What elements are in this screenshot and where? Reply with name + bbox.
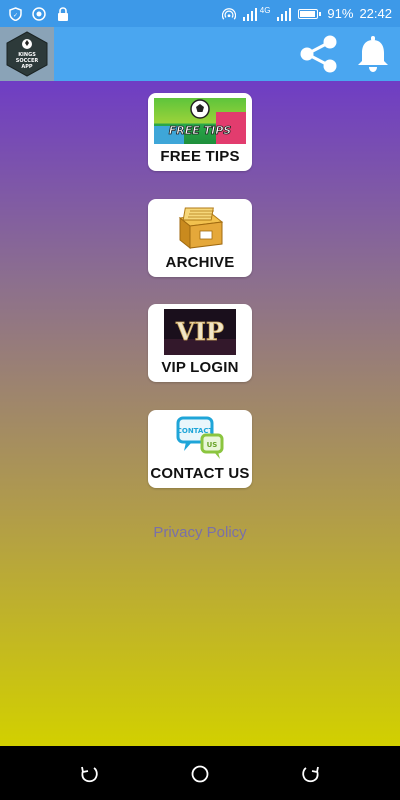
free-tips-label: FREE TIPS: [160, 148, 240, 165]
free-tips-image-text: FREE TIPS: [169, 124, 232, 137]
free-tips-button[interactable]: FREE TIPS FREE TIPS: [148, 93, 252, 171]
battery-percent: 91%: [327, 6, 354, 21]
target-icon: [32, 6, 46, 21]
contact-us-button[interactable]: CONTACT US CONTACT US: [148, 410, 252, 488]
status-right: 4G 91% 22:42: [221, 6, 392, 21]
network-label: 4G: [259, 6, 271, 15]
recents-icon[interactable]: [300, 764, 320, 784]
app-bar: KINGS SOCCER APP: [0, 27, 400, 81]
nav-bar: [0, 746, 400, 800]
archive-box-image: [154, 204, 246, 250]
back-icon[interactable]: [80, 764, 100, 784]
lock-icon: [56, 6, 70, 21]
signal-icon: [242, 7, 258, 21]
svg-text:APP: APP: [21, 64, 33, 70]
signal-icon: [276, 7, 292, 21]
main-content: FREE TIPS FREE TIPS ARCHIVE VIP VIP LOGI…: [0, 81, 400, 746]
free-tips-image: FREE TIPS: [154, 98, 246, 144]
archive-button[interactable]: ARCHIVE: [148, 199, 252, 277]
contact-us-image: CONTACT US: [154, 415, 246, 461]
hotspot-icon: [221, 7, 236, 21]
vip-login-button[interactable]: VIP VIP LOGIN: [148, 304, 252, 382]
shield-icon: ✓: [8, 6, 22, 21]
share-icon[interactable]: [298, 34, 340, 74]
clock: 22:42: [359, 6, 392, 21]
contact-us-label: CONTACT US: [150, 465, 250, 482]
bell-icon[interactable]: [355, 34, 391, 74]
app-logo[interactable]: KINGS SOCCER APP: [0, 27, 54, 81]
status-bar: ✓ 4G 91% 22:42: [0, 0, 400, 27]
svg-text:✓: ✓: [12, 12, 17, 19]
battery-icon: [298, 8, 322, 19]
vip-image: VIP: [154, 309, 246, 355]
archive-label: ARCHIVE: [165, 254, 235, 271]
us-image-text: US: [207, 441, 218, 449]
vip-image-text: VIP: [175, 317, 224, 346]
vip-login-label: VIP LOGIN: [161, 359, 239, 376]
privacy-policy-link[interactable]: Privacy Policy: [0, 524, 400, 541]
status-left: ✓: [8, 6, 70, 21]
home-icon[interactable]: [190, 764, 210, 784]
